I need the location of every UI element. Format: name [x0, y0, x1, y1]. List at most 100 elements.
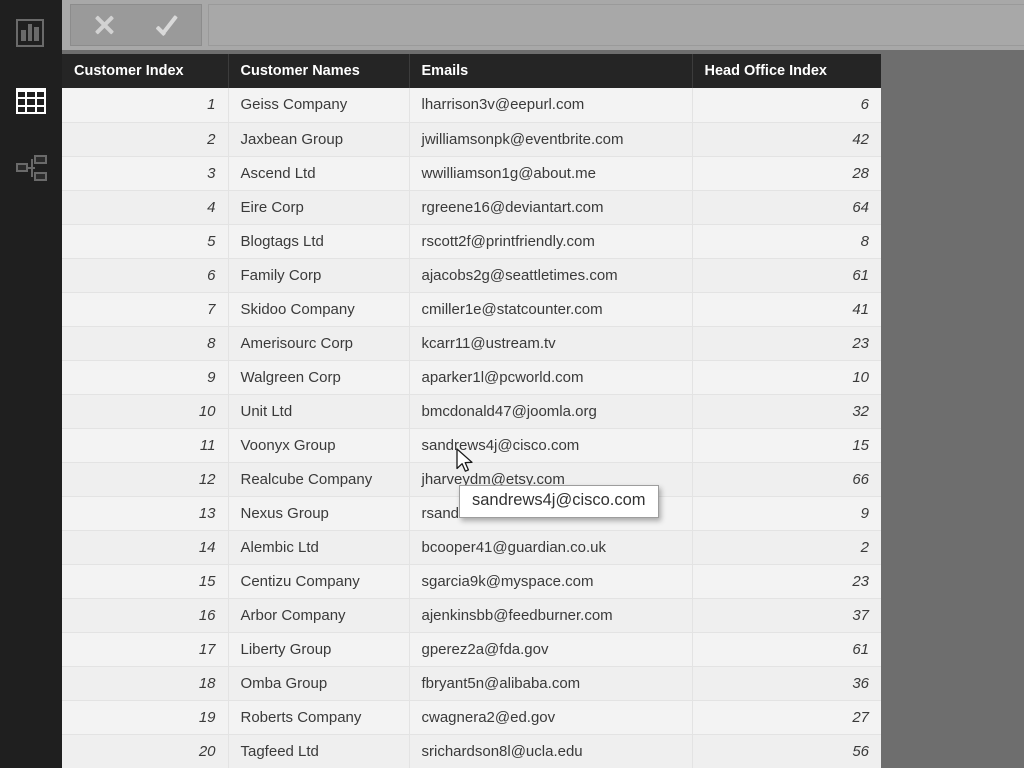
table-row[interactable]: 16 Arbor Company ajenkinsbb@feedburner.com…	[62, 598, 881, 633]
cell-index[interactable]: 19	[62, 700, 229, 735]
cell-name[interactable]: Realcube Company	[228, 462, 410, 497]
cell-office[interactable]: 37	[692, 598, 881, 633]
cell-name[interactable]: Unit Ltd	[228, 394, 410, 429]
cell-email[interactable]: cmiller1e@statcounter.com	[409, 292, 693, 327]
sidebar-item-data[interactable]	[0, 76, 62, 128]
cell-index[interactable]: 8	[62, 326, 229, 361]
table-row[interactable]: 10 Unit Ltd bmcdonald47@joomla.org 32	[62, 394, 881, 429]
table-row[interactable]: 18 Omba Group fbryant5n@alibaba.com 36	[62, 666, 881, 701]
cancel-button[interactable]	[71, 5, 136, 45]
cell-email[interactable]: rscott2f@printfriendly.com	[409, 224, 693, 259]
table-row[interactable]: 20 Tagfeed Ltd srichardson8l@ucla.edu 56	[62, 734, 881, 768]
cell-email[interactable]: bcooper41@guardian.co.uk	[409, 530, 693, 565]
cell-index[interactable]: 5	[62, 224, 229, 259]
cell-email[interactable]: ajacobs2g@seattletimes.com	[409, 258, 693, 293]
cell-index[interactable]: 7	[62, 292, 229, 327]
cell-index[interactable]: 13	[62, 496, 229, 531]
cell-name[interactable]: Walgreen Corp	[228, 360, 410, 395]
cell-email[interactable]: rgreene16@deviantart.com	[409, 190, 693, 225]
cell-email[interactable]: fbryant5n@alibaba.com	[409, 666, 693, 701]
cell-email[interactable]: bmcdonald47@joomla.org	[409, 394, 693, 429]
table-row[interactable]: 19 Roberts Company cwagnera2@ed.gov 27	[62, 700, 881, 735]
table-row[interactable]: 3 Ascend Ltd wwilliamson1g@about.me 28	[62, 156, 881, 191]
cell-email[interactable]: sandrews4j@cisco.com	[409, 428, 693, 463]
cell-name[interactable]: Eire Corp	[228, 190, 410, 225]
cell-name[interactable]: Liberty Group	[228, 632, 410, 667]
cell-index[interactable]: 11	[62, 428, 229, 463]
table-row[interactable]: 11 Voonyx Group sandrews4j@cisco.com 15	[62, 428, 881, 463]
cell-office[interactable]: 42	[692, 122, 881, 157]
table-row[interactable]: 1 Geiss Company lharrison3v@eepurl.com 6	[62, 88, 881, 123]
data-table-container[interactable]: Customer Index Customer Names Emails Hea…	[62, 54, 881, 768]
column-header-emails[interactable]: Emails	[409, 54, 693, 88]
cell-email[interactable]: lharrison3v@eepurl.com	[409, 88, 693, 123]
cell-index[interactable]: 10	[62, 394, 229, 429]
cell-office[interactable]: 10	[692, 360, 881, 395]
table-row[interactable]: 4 Eire Corp rgreene16@deviantart.com 64	[62, 190, 881, 225]
cell-office[interactable]: 41	[692, 292, 881, 327]
sidebar-item-model[interactable]	[0, 143, 62, 195]
cell-name[interactable]: Tagfeed Ltd	[228, 734, 410, 768]
cell-email[interactable]: aparker1l@pcworld.com	[409, 360, 693, 395]
table-row[interactable]: 15 Centizu Company sgarcia9k@myspace.com 23	[62, 564, 881, 599]
cell-index[interactable]: 15	[62, 564, 229, 599]
cell-email[interactable]: gperez2a@fda.gov	[409, 632, 693, 667]
cell-name[interactable]: Family Corp	[228, 258, 410, 293]
cell-email[interactable]: wwilliamson1g@about.me	[409, 156, 693, 191]
cell-office[interactable]: 8	[692, 224, 881, 259]
cell-office[interactable]: 9	[692, 496, 881, 531]
table-row[interactable]: 14 Alembic Ltd bcooper41@guardian.co.uk 2	[62, 530, 881, 565]
cell-index[interactable]: 6	[62, 258, 229, 293]
cell-index[interactable]: 20	[62, 734, 229, 768]
cell-index[interactable]: 14	[62, 530, 229, 565]
cell-office[interactable]: 61	[692, 258, 881, 293]
formula-input[interactable]	[208, 4, 1024, 46]
cell-index[interactable]: 4	[62, 190, 229, 225]
cell-name[interactable]: Roberts Company	[228, 700, 410, 735]
cell-name[interactable]: Amerisourc Corp	[228, 326, 410, 361]
cell-email[interactable]: jwilliamsonpk@eventbrite.com	[409, 122, 693, 157]
column-header-customer-names[interactable]: Customer Names	[228, 54, 410, 88]
cell-name[interactable]: Blogtags Ltd	[228, 224, 410, 259]
cell-office[interactable]: 15	[692, 428, 881, 463]
cell-office[interactable]: 27	[692, 700, 881, 735]
cell-name[interactable]: Jaxbean Group	[228, 122, 410, 157]
table-row[interactable]: 8 Amerisourc Corp kcarr11@ustream.tv 23	[62, 326, 881, 361]
cell-index[interactable]: 17	[62, 632, 229, 667]
cell-office[interactable]: 23	[692, 564, 881, 599]
cell-name[interactable]: Voonyx Group	[228, 428, 410, 463]
cell-email[interactable]: srichardson8l@ucla.edu	[409, 734, 693, 768]
cell-name[interactable]: Centizu Company	[228, 564, 410, 599]
cell-name[interactable]: Omba Group	[228, 666, 410, 701]
cell-office[interactable]: 28	[692, 156, 881, 191]
cell-index[interactable]: 16	[62, 598, 229, 633]
cell-name[interactable]: Alembic Ltd	[228, 530, 410, 565]
cell-email[interactable]: cwagnera2@ed.gov	[409, 700, 693, 735]
table-row[interactable]: 6 Family Corp ajacobs2g@seattletimes.com 61	[62, 258, 881, 293]
cell-office[interactable]: 2	[692, 530, 881, 565]
table-row[interactable]: 5 Blogtags Ltd rscott2f@printfriendly.com 8	[62, 224, 881, 259]
cell-email[interactable]: sgarcia9k@myspace.com	[409, 564, 693, 599]
cell-email[interactable]: kcarr11@ustream.tv	[409, 326, 693, 361]
cell-name[interactable]: Geiss Company	[228, 88, 410, 123]
column-header-customer-index[interactable]: Customer Index	[62, 54, 229, 88]
table-row[interactable]: 9 Walgreen Corp aparker1l@pcworld.com 10	[62, 360, 881, 395]
cell-office[interactable]: 64	[692, 190, 881, 225]
cell-index[interactable]: 3	[62, 156, 229, 191]
cell-office[interactable]: 56	[692, 734, 881, 768]
cell-office[interactable]: 66	[692, 462, 881, 497]
cell-office[interactable]: 23	[692, 326, 881, 361]
cell-index[interactable]: 12	[62, 462, 229, 497]
cell-office[interactable]: 32	[692, 394, 881, 429]
table-row[interactable]: 7 Skidoo Company cmiller1e@statcounter.com…	[62, 292, 881, 327]
cell-name[interactable]: Ascend Ltd	[228, 156, 410, 191]
cell-office[interactable]: 6	[692, 88, 881, 123]
confirm-button[interactable]	[136, 5, 201, 45]
cell-index[interactable]: 18	[62, 666, 229, 701]
table-row[interactable]: 17 Liberty Group gperez2a@fda.gov 61	[62, 632, 881, 667]
cell-office[interactable]: 61	[692, 632, 881, 667]
column-header-head-office-index[interactable]: Head Office Index	[692, 54, 881, 88]
sidebar-item-report[interactable]	[0, 7, 62, 59]
cell-email[interactable]: ajenkinsbb@feedburner.com	[409, 598, 693, 633]
cell-name[interactable]: Arbor Company	[228, 598, 410, 633]
